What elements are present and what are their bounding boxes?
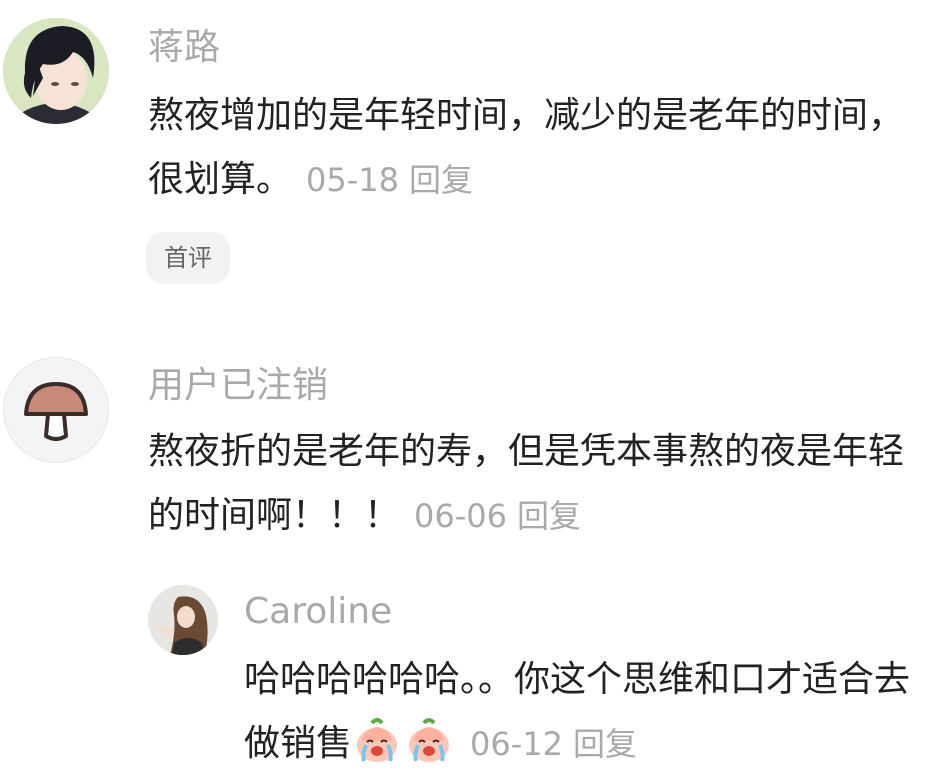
comment-item: 用户已注销 熬夜折的是老年的寿，但是凭本事熬的夜是年轻的时间啊！！！ 06-06 回…	[0, 340, 945, 570]
user-avatar[interactable]	[3, 18, 109, 124]
watermark-overlay	[700, 728, 945, 776]
user-avatar[interactable]	[3, 357, 109, 463]
comment-date: 06-06	[414, 497, 507, 535]
first-comment-badge: 首评	[146, 232, 230, 284]
mushroom-icon	[4, 358, 108, 462]
woman-photo-avatar-icon	[148, 585, 218, 655]
comment-username[interactable]: 蒋路	[148, 28, 220, 68]
crying-peach-emoji	[357, 718, 398, 762]
crying-peach-emoji	[409, 718, 450, 762]
anime-boy-avatar-icon	[3, 18, 109, 124]
user-avatar[interactable]	[148, 585, 218, 655]
comment-text: 熬夜折的是老年的寿，但是凭本事熬的夜是年轻的时间啊！！！ 06-06 回复	[148, 420, 938, 548]
reply-username[interactable]: Caroline	[244, 592, 392, 632]
comment-date: 05-18	[306, 161, 399, 199]
reply-button[interactable]: 回复	[409, 161, 473, 199]
reply-date: 06-12	[470, 725, 563, 763]
reply-button[interactable]: 回复	[517, 497, 581, 535]
reply-button[interactable]: 回复	[573, 725, 637, 763]
comment-item: 蒋路 熬夜增加的是年轻时间，减少的是老年的时间，很划算。 05-18 回复 首评	[0, 0, 945, 300]
comment-content: 熬夜增加的是年轻时间，减少的是老年的时间，很划算。	[148, 95, 905, 200]
comment-username[interactable]: 用户已注销	[148, 366, 328, 406]
comment-text: 熬夜增加的是年轻时间，减少的是老年的时间，很划算。 05-18 回复	[148, 84, 938, 212]
